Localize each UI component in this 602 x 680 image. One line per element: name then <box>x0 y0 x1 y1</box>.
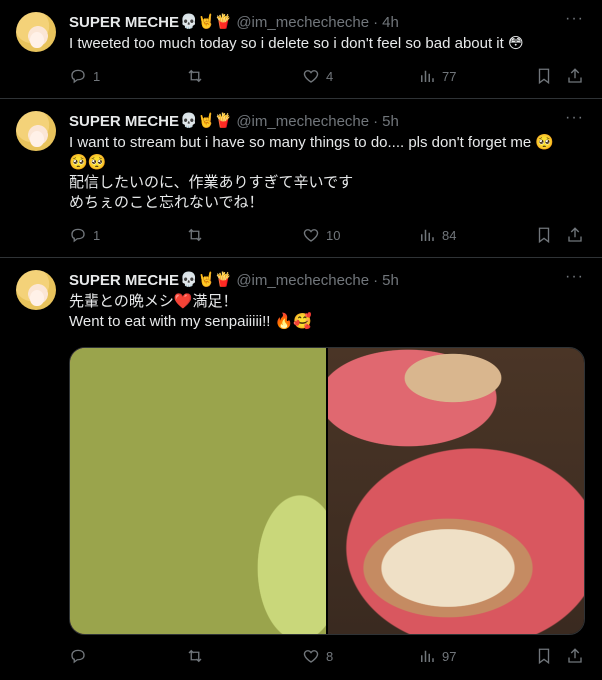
retweet-button[interactable] <box>186 646 210 666</box>
timestamp[interactable]: 5h <box>382 113 399 130</box>
tweet-text: I tweeted too much today so i delete so … <box>69 34 586 54</box>
share-button[interactable] <box>566 646 584 666</box>
handle[interactable]: @im_mechecheche <box>236 113 369 130</box>
tweet-text: 先輩との晩メシ❤️満足！ Went to eat with my senpaii… <box>69 292 586 332</box>
views-icon <box>421 650 434 662</box>
bookmark-button[interactable] <box>535 66 553 86</box>
view-count: 84 <box>442 227 457 243</box>
tweet-text-line: Went to eat with my senpaiiiii!! 🔥🥰 <box>69 313 312 330</box>
share-icon <box>568 648 582 663</box>
action-bar: 8 97 <box>69 646 586 666</box>
share-button[interactable] <box>566 225 584 245</box>
tweet-header: SUPER MECHE 💀🤘🍟 @im_mechecheche · 4h <box>69 12 399 32</box>
tweet-text: I want to stream but i have so many thin… <box>69 133 586 213</box>
separator: · <box>373 271 379 289</box>
views-icon <box>421 70 434 82</box>
handle[interactable]: @im_mechecheche <box>236 272 369 289</box>
share-button[interactable] <box>566 66 584 86</box>
bookmark-button[interactable] <box>535 225 553 245</box>
heart-icon <box>303 650 319 663</box>
reply-icon <box>71 69 85 84</box>
reply-count: 1 <box>93 227 101 243</box>
separator: · <box>373 13 379 31</box>
tweet[interactable]: SUPER MECHE 💀🤘🍟 @im_mechecheche · 4h ···… <box>0 0 602 99</box>
drinks-photo[interactable] <box>70 348 326 634</box>
retweet-icon <box>188 228 202 242</box>
reply-button[interactable]: 1 <box>69 225 100 245</box>
tweet-header: SUPER MECHE 💀🤘🍟 @im_mechecheche · 5h <box>69 270 399 290</box>
like-count: 4 <box>326 68 334 84</box>
views-button[interactable]: 84 <box>418 225 456 245</box>
timestamp[interactable]: 5h <box>382 272 399 289</box>
retweet-button[interactable] <box>186 66 210 86</box>
like-count: 8 <box>326 648 334 664</box>
tweet-header: SUPER MECHE 💀🤘🍟 @im_mechecheche · 5h <box>69 111 399 131</box>
more-options-icon[interactable]: ··· <box>565 268 584 286</box>
food-photo[interactable] <box>328 348 584 634</box>
name-emojis: 💀🤘🍟 <box>180 14 233 30</box>
reply-icon <box>71 649 85 664</box>
display-name[interactable]: SUPER MECHE <box>69 272 179 289</box>
reply-button[interactable]: 1 <box>69 66 100 86</box>
share-icon <box>568 227 582 242</box>
reply-icon <box>71 228 85 243</box>
tweet-text-line: 配信したいのに、作業ありすぎて辛いです <box>69 174 354 191</box>
bookmark-icon <box>538 227 550 244</box>
like-button[interactable]: 10 <box>302 225 340 245</box>
share-icon <box>568 68 582 83</box>
view-count: 97 <box>442 648 457 664</box>
timestamp[interactable]: 4h <box>382 14 399 31</box>
views-icon <box>421 229 434 241</box>
like-button[interactable]: 8 <box>302 646 333 666</box>
retweet-button[interactable] <box>186 225 210 245</box>
tweet-text-line: 先輩との晩メシ❤️満足！ <box>69 293 238 310</box>
reply-button[interactable] <box>69 646 93 666</box>
avatar[interactable] <box>16 12 56 52</box>
retweet-icon <box>188 649 202 663</box>
heart-icon <box>303 229 319 242</box>
avatar[interactable] <box>16 111 56 151</box>
handle[interactable]: @im_mechecheche <box>236 14 369 31</box>
retweet-icon <box>188 69 202 83</box>
views-button[interactable]: 97 <box>418 646 456 666</box>
bookmark-icon <box>538 648 550 665</box>
like-button[interactable]: 4 <box>302 66 333 86</box>
tweet-text-line: めちぇのこと忘れないでね！ <box>69 194 264 211</box>
media-grid <box>69 347 585 635</box>
display-name[interactable]: SUPER MECHE <box>69 113 179 130</box>
more-options-icon[interactable]: ··· <box>565 10 584 28</box>
separator: · <box>373 112 379 130</box>
reply-count: 1 <box>93 68 101 84</box>
name-emojis: 💀🤘🍟 <box>180 113 233 129</box>
name-emojis: 💀🤘🍟 <box>180 272 233 288</box>
views-button[interactable]: 77 <box>418 66 456 86</box>
bookmark-button[interactable] <box>535 646 553 666</box>
like-count: 10 <box>326 227 341 243</box>
heart-icon <box>303 70 319 83</box>
tweet[interactable]: SUPER MECHE 💀🤘🍟 @im_mechecheche · 5h ···… <box>0 99 602 258</box>
avatar[interactable] <box>16 270 56 310</box>
tweet-text-line: I tweeted too much today so i delete so … <box>69 35 524 52</box>
tweet-text-line: I want to stream but i have so many thin… <box>69 134 555 151</box>
more-options-icon[interactable]: ··· <box>565 109 584 127</box>
action-bar: 1 4 77 <box>69 66 586 86</box>
action-bar: 1 10 84 <box>69 225 586 245</box>
display-name[interactable]: SUPER MECHE <box>69 14 179 31</box>
bookmark-icon <box>538 68 550 85</box>
view-count: 77 <box>442 68 457 84</box>
tweet[interactable]: SUPER MECHE 💀🤘🍟 @im_mechecheche · 5h ···… <box>0 258 602 680</box>
tweet-text-line: 🥺🥺 <box>69 154 107 171</box>
